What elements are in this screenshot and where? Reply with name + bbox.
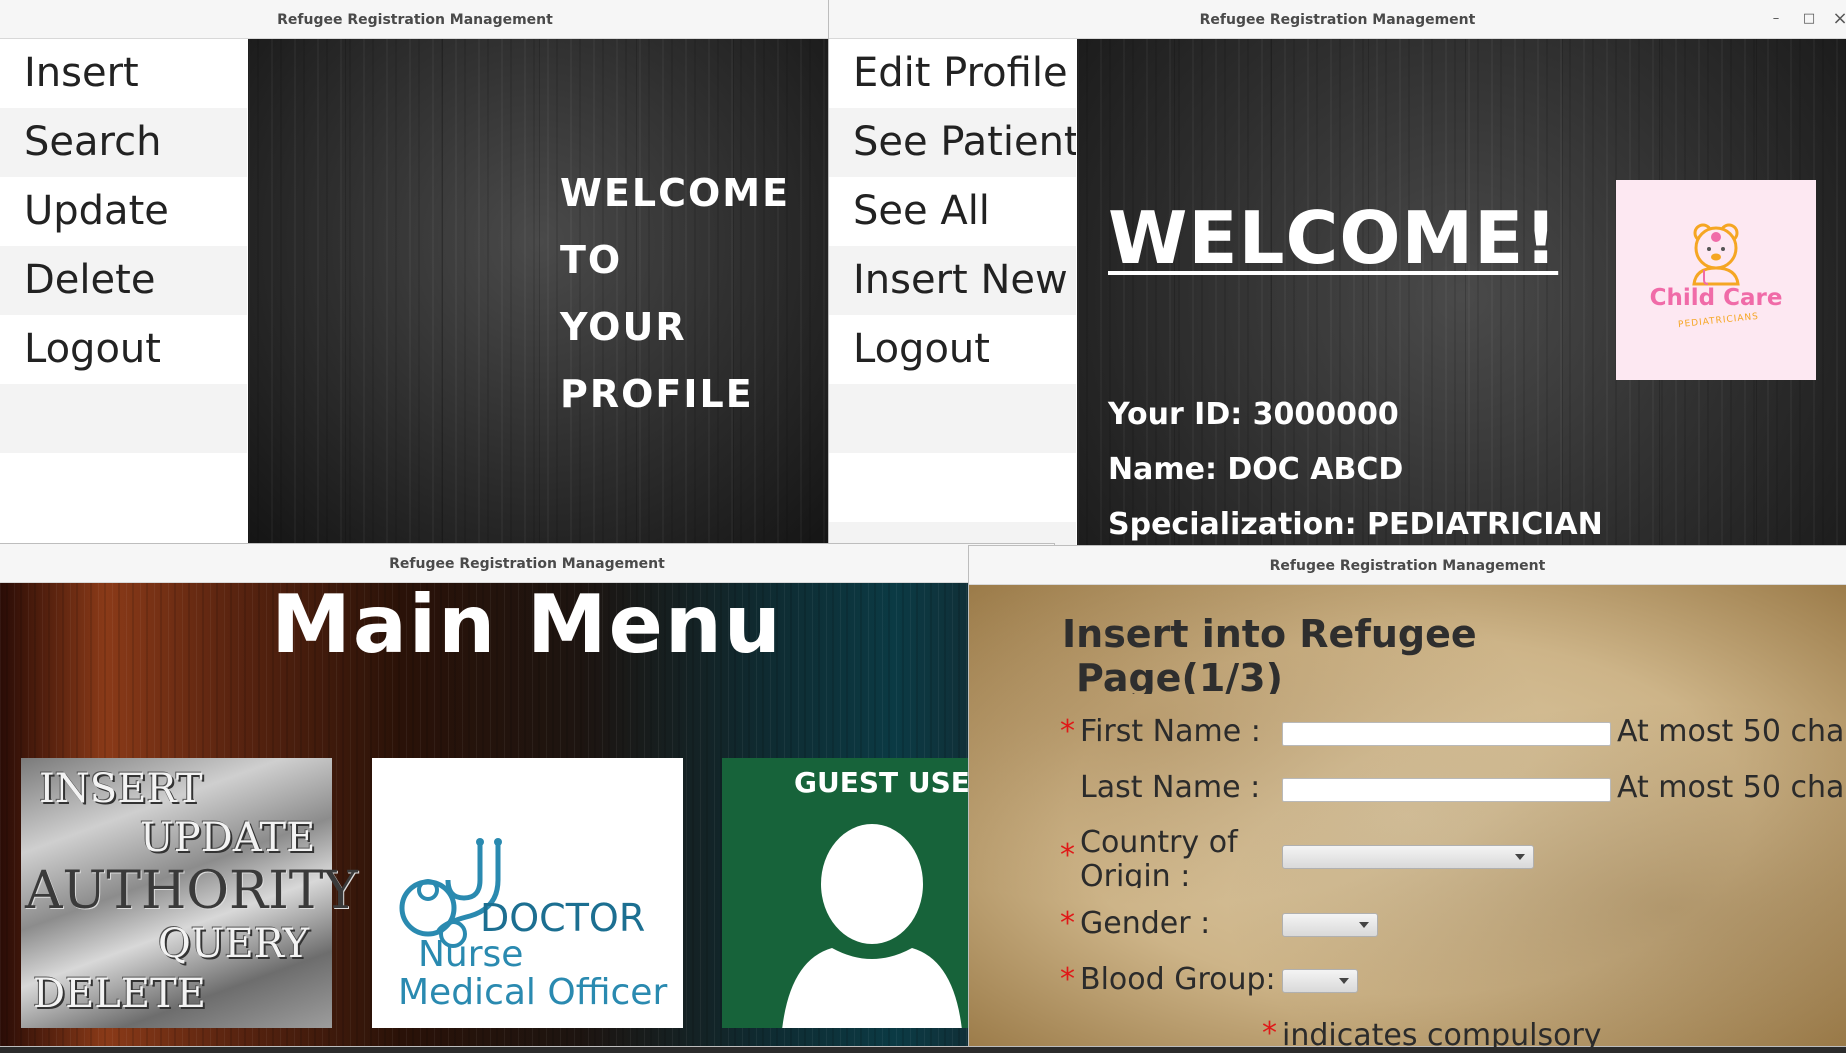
- country-of-origin-label: Country of Origin :: [1080, 826, 1280, 888]
- menu-empty-row: [829, 453, 1076, 522]
- required-marker: *: [1060, 962, 1075, 997]
- title-bar[interactable]: Refugee Registration Management – □ ×: [829, 0, 1846, 39]
- tile-text-authority: AUTHORITY: [25, 861, 358, 921]
- welcome-heading: WELCOME!: [1108, 196, 1559, 280]
- menu-empty-row: [0, 384, 247, 453]
- tile-text-update: UPDATE: [140, 815, 316, 861]
- tile-text-query: QUERY: [158, 921, 309, 967]
- profile-window: Refugee Registration Management Insert S…: [0, 0, 830, 546]
- welcome-line: PROFILE: [560, 372, 754, 416]
- last-name-input[interactable]: [1282, 778, 1611, 802]
- tile-text-guest-user: GUEST USER: [794, 766, 972, 799]
- window-title: Refugee Registration Management: [1199, 12, 1476, 28]
- label-line: Country of: [1080, 826, 1238, 860]
- child-care-logo: Child Care PEDIATRICIANS: [1616, 180, 1816, 380]
- welcome-line: WELCOME: [560, 171, 791, 215]
- form-heading: Insert into Refugee Page(1/3): [1062, 612, 1762, 694]
- title-bar[interactable]: Refugee Registration Management: [0, 0, 830, 39]
- menu-item-see-patient[interactable]: See Patient: [829, 108, 1076, 177]
- blood-group-label: Blood Group:: [1080, 962, 1276, 997]
- window-title: Refugee Registration Management: [1269, 558, 1546, 574]
- specialization-text: Specialization: PEDIATRICIAN: [1108, 507, 1603, 542]
- person-silhouette-icon: [782, 824, 962, 1028]
- menu-item-logout[interactable]: Logout: [829, 315, 1076, 384]
- first-name-input[interactable]: [1282, 722, 1611, 746]
- logo-title: Child Care: [1649, 285, 1783, 311]
- chevron-down-icon: [1339, 978, 1349, 984]
- last-name-hint: At most 50 cha: [1617, 770, 1845, 805]
- title-bar[interactable]: Refugee Registration Management: [969, 546, 1846, 585]
- country-of-origin-dropdown[interactable]: [1282, 845, 1534, 869]
- window-title: Refugee Registration Management: [277, 12, 553, 28]
- gender-label: Gender :: [1080, 906, 1211, 941]
- menu-empty-row: [0, 453, 247, 522]
- first-name-label: First Name :: [1080, 714, 1261, 749]
- menu-item-see-all[interactable]: See All: [829, 177, 1076, 246]
- authority-tile[interactable]: INSERT UPDATE AUTHORITY QUERY DELETE: [21, 758, 358, 1028]
- menu-item-search[interactable]: Search: [0, 108, 247, 177]
- tile-text-nurse: Nurse: [418, 934, 524, 975]
- doctor-tile[interactable]: DOCTOR Nurse Medical Officer: [372, 758, 683, 1028]
- maximize-icon[interactable]: □: [1799, 9, 1819, 29]
- close-icon[interactable]: ×: [1830, 9, 1846, 29]
- heading-line: Insert into Refugee: [1062, 612, 1477, 656]
- required-marker: *: [1060, 838, 1075, 873]
- user-name-text: Name: DOC ABCD: [1108, 452, 1404, 487]
- minimize-icon[interactable]: –: [1766, 9, 1786, 29]
- welcome-line: TO: [560, 238, 623, 282]
- tile-text-medical-officer: Medical Officer: [398, 972, 668, 1013]
- required-marker: *: [1060, 714, 1075, 749]
- welcome-message: WELCOME TO YOUR PROFILE: [560, 160, 790, 428]
- menu-item-delete[interactable]: Delete: [0, 246, 247, 315]
- last-name-label: Last Name :: [1080, 770, 1261, 805]
- side-menu: Insert Search Update Delete Logout: [0, 39, 247, 546]
- chevron-down-icon: [1515, 854, 1525, 860]
- menu-item-insert[interactable]: Insert: [0, 39, 247, 108]
- tile-text-delete: DELETE: [33, 971, 206, 1017]
- guest-user-tile[interactable]: GUEST USER: [722, 758, 972, 1028]
- menu-item-logout[interactable]: Logout: [0, 315, 247, 384]
- required-marker: *: [1060, 906, 1075, 941]
- blood-group-dropdown[interactable]: [1282, 969, 1358, 993]
- welcome-line: YOUR: [560, 305, 687, 349]
- chevron-down-icon: [1359, 922, 1369, 928]
- gender-dropdown[interactable]: [1282, 913, 1378, 937]
- menu-empty-row: [829, 384, 1076, 453]
- menu-item-update[interactable]: Update: [0, 177, 247, 246]
- compulsory-footnote: indicates compulsory: [1282, 1018, 1602, 1053]
- teddy-bear-doctor-icon: [1692, 223, 1740, 286]
- heading-line: Page(1/3): [1076, 656, 1283, 694]
- tile-text-insert: INSERT: [39, 766, 203, 812]
- menu-item-insert-new[interactable]: Insert New: [829, 246, 1076, 315]
- label-line: Origin :: [1080, 859, 1191, 889]
- user-id-text: Your ID: 3000000: [1108, 397, 1399, 432]
- first-name-hint: At most 50 cha: [1617, 714, 1845, 749]
- menu-item-edit-profile[interactable]: Edit Profile: [829, 39, 1076, 108]
- main-menu-heading: Main Menu: [271, 578, 783, 671]
